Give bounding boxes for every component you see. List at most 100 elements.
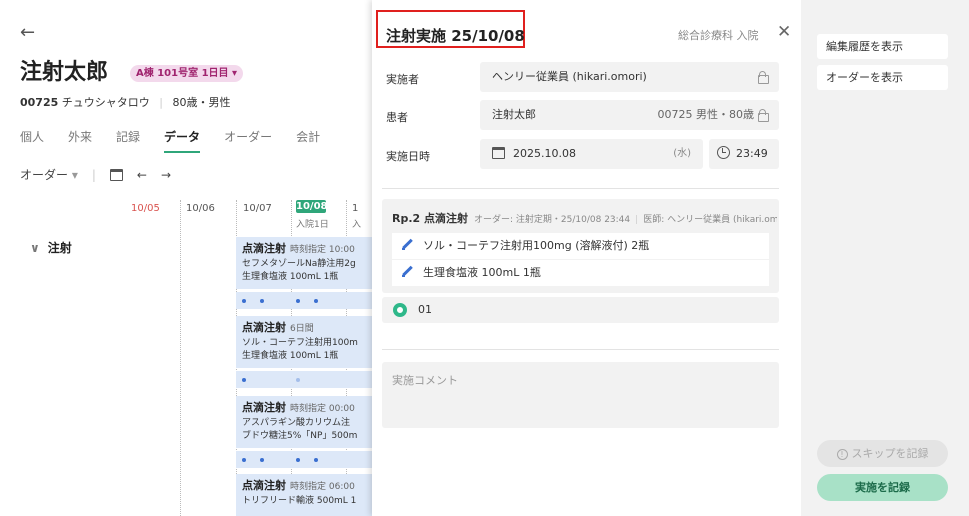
patient-label: 患者	[386, 111, 408, 124]
order-filter-label: オーダー	[20, 168, 69, 182]
order-filter-dropdown[interactable]: オーダー ▾	[20, 166, 78, 183]
pen-icon	[402, 266, 413, 277]
prescription-box: Rp.2 点滴注射 オーダー: 注射定期・25/10/08 23:44 | 医師: ヘ…	[382, 199, 779, 293]
injection-card[interactable]: 点滴注射 時刻指定 10:00 セフメタゾールNa静注用2g 生理食塩液 100m…	[236, 237, 372, 289]
edit-history-button[interactable]: 編集履歴を表示	[817, 34, 948, 59]
dose-dot[interactable]	[260, 458, 264, 462]
time-field[interactable]: 23:49	[709, 139, 779, 169]
patient-value: 注射太郎	[492, 108, 536, 121]
dose-dot[interactable]	[314, 458, 318, 462]
chevron-down-icon: ▾	[232, 68, 238, 79]
performer-label: 実施者	[386, 73, 419, 86]
separator: |	[159, 96, 163, 109]
card-schedule: 6日間	[290, 324, 314, 334]
card-title: 点滴注射	[242, 321, 286, 334]
card-title: 点滴注射	[242, 401, 286, 414]
dose-dot[interactable]	[242, 299, 246, 303]
dialog-title: 注射実施 25/10/08	[386, 27, 525, 45]
record-button[interactable]: 実施を記録	[817, 474, 948, 501]
date-field[interactable]: 2025.10.08 (水)	[480, 139, 703, 169]
date-value: 2025.10.08	[513, 147, 576, 160]
skip-record-button[interactable]: ! スキップを記録	[817, 440, 948, 467]
room-badge-label: A棟 101号室 1日目	[136, 68, 229, 79]
injection-card[interactable]: 点滴注射 時刻指定 06:00 トリフリード輸液 500mL 1	[236, 474, 372, 516]
card-title: 点滴注射	[242, 479, 286, 492]
admission-day-label: 入	[352, 220, 362, 230]
timeline-toolbar: オーダー ▾ | ← →	[20, 166, 185, 183]
side-panel: 編集履歴を表示 オーダーを表示 ! スキップを記録 実施を記録	[801, 0, 969, 516]
drug-row[interactable]: ソル・コーテフ注射用100mg (溶解液付) 2瓶	[392, 233, 769, 259]
card-schedule: 時刻指定 10:00	[290, 245, 355, 255]
show-order-button[interactable]: オーダーを表示	[817, 65, 948, 90]
pen-icon	[402, 239, 413, 250]
room-badge[interactable]: A棟 101号室 1日目 ▾	[130, 65, 244, 82]
injection-card[interactable]: 点滴注射 6日間 ソル・コーテフ注射用100m 生理食塩液 100mL 1瓶	[236, 316, 372, 368]
doctor-info: 医師: ヘンリー従業員 (hikari.omori)	[643, 215, 777, 225]
datetime-label: 実施日時	[386, 150, 430, 163]
divider	[382, 188, 779, 189]
card-line: 生理食塩液 100mL 1瓶	[242, 272, 339, 282]
tab-records[interactable]: 記録	[116, 128, 140, 153]
tab-data[interactable]: データ	[164, 128, 201, 153]
chevron-down-icon: ▾	[71, 168, 78, 182]
tab-orders[interactable]: オーダー	[224, 128, 272, 153]
dose-dot[interactable]	[296, 299, 300, 303]
chevron-down-icon: ∨	[30, 241, 40, 255]
card-line: ブドウ糖注5%「NP」500m	[242, 431, 358, 441]
app-root: ← 注射太郎 A棟 101号室 1日目 ▾ 00725 チュウシャタロウ | 8…	[0, 0, 969, 516]
lock-icon	[754, 62, 769, 92]
department-label: 総合診療科 入院	[678, 29, 759, 42]
prescription-header: Rp.2 点滴注射 オーダー: 注射定期・25/10/08 23:44 | 医師: ヘ…	[392, 210, 777, 226]
lock-icon	[758, 109, 769, 122]
weekday-label: (水)	[673, 148, 691, 159]
admission-day-label: 入院1日	[296, 220, 329, 230]
date-header: 10/06	[186, 203, 215, 214]
card-schedule: 時刻指定 06:00	[290, 482, 355, 492]
tab-billing[interactable]: 会計	[296, 128, 320, 153]
order-info: オーダー: 注射定期・25/10/08 23:44	[474, 215, 631, 225]
dose-dot[interactable]	[242, 378, 246, 382]
patient-page: ← 注射太郎 A棟 101号室 1日目 ▾ 00725 チュウシャタロウ | 8…	[0, 0, 372, 516]
patient-field: 注射太郎 00725 男性・80歳	[480, 100, 779, 130]
patient-meta: 00725 チュウシャタロウ | 80歳・男性	[20, 94, 231, 110]
dose-dot[interactable]	[260, 299, 264, 303]
dose-dot[interactable]	[314, 299, 318, 303]
drug-row[interactable]: 生理食塩液 100mL 1瓶	[392, 260, 769, 286]
dose-dot[interactable]	[296, 458, 300, 462]
comment-input[interactable]	[382, 362, 779, 428]
dose-dot[interactable]	[242, 458, 246, 462]
dose-dot[interactable]	[296, 378, 300, 382]
card-schedule: 時刻指定 00:00	[290, 404, 355, 414]
back-arrow-icon[interactable]: ←	[20, 22, 35, 43]
injection-record-dialog: 注射実施 25/10/08 総合診療科 入院 ✕ 実施者 ヘンリー従業員 (hi…	[372, 0, 801, 516]
patient-id-sex-age: 00725 男性・80歳	[657, 108, 755, 121]
close-icon[interactable]: ✕	[777, 22, 791, 42]
section-injection[interactable]: ∨ 注射	[30, 239, 72, 256]
prescription-title: Rp.2 点滴注射	[392, 212, 469, 225]
tab-outpatient[interactable]: 外来	[68, 128, 92, 153]
patient-name: 注射太郎	[20, 60, 109, 85]
info-icon: !	[836, 449, 848, 460]
card-line: ソル・コーテフ注射用100m	[242, 338, 358, 348]
date-header: 10/05	[131, 203, 160, 214]
time-value: 23:49	[736, 147, 768, 160]
tab-personal[interactable]: 個人	[20, 128, 44, 153]
separator: |	[91, 167, 96, 182]
calendar-icon[interactable]	[109, 168, 123, 182]
next-arrow-icon[interactable]: →	[161, 168, 171, 182]
drug-name: ソル・コーテフ注射用100mg (溶解液付) 2瓶	[423, 239, 650, 252]
card-title: 点滴注射	[242, 242, 286, 255]
patient-kana: チュウシャタロウ	[61, 96, 150, 109]
patient-age-sex: 80歳・男性	[172, 96, 231, 109]
status-value: 01	[418, 303, 432, 316]
dose-dots-row	[236, 371, 372, 388]
patient-id: 00725	[20, 96, 59, 109]
prev-arrow-icon[interactable]: ←	[137, 168, 147, 182]
performer-field: ヘンリー従業員 (hikari.omori)	[480, 62, 779, 92]
injection-card[interactable]: 点滴注射 時刻指定 00:00 アスパラギン酸カリウム注 ブドウ糖注5%「NP」5…	[236, 396, 372, 448]
clock-icon	[717, 146, 730, 159]
status-option[interactable]: 01	[382, 297, 779, 323]
radio-selected-icon[interactable]	[393, 303, 407, 317]
card-line: アスパラギン酸カリウム注	[242, 418, 351, 428]
calendar-icon	[492, 147, 505, 159]
